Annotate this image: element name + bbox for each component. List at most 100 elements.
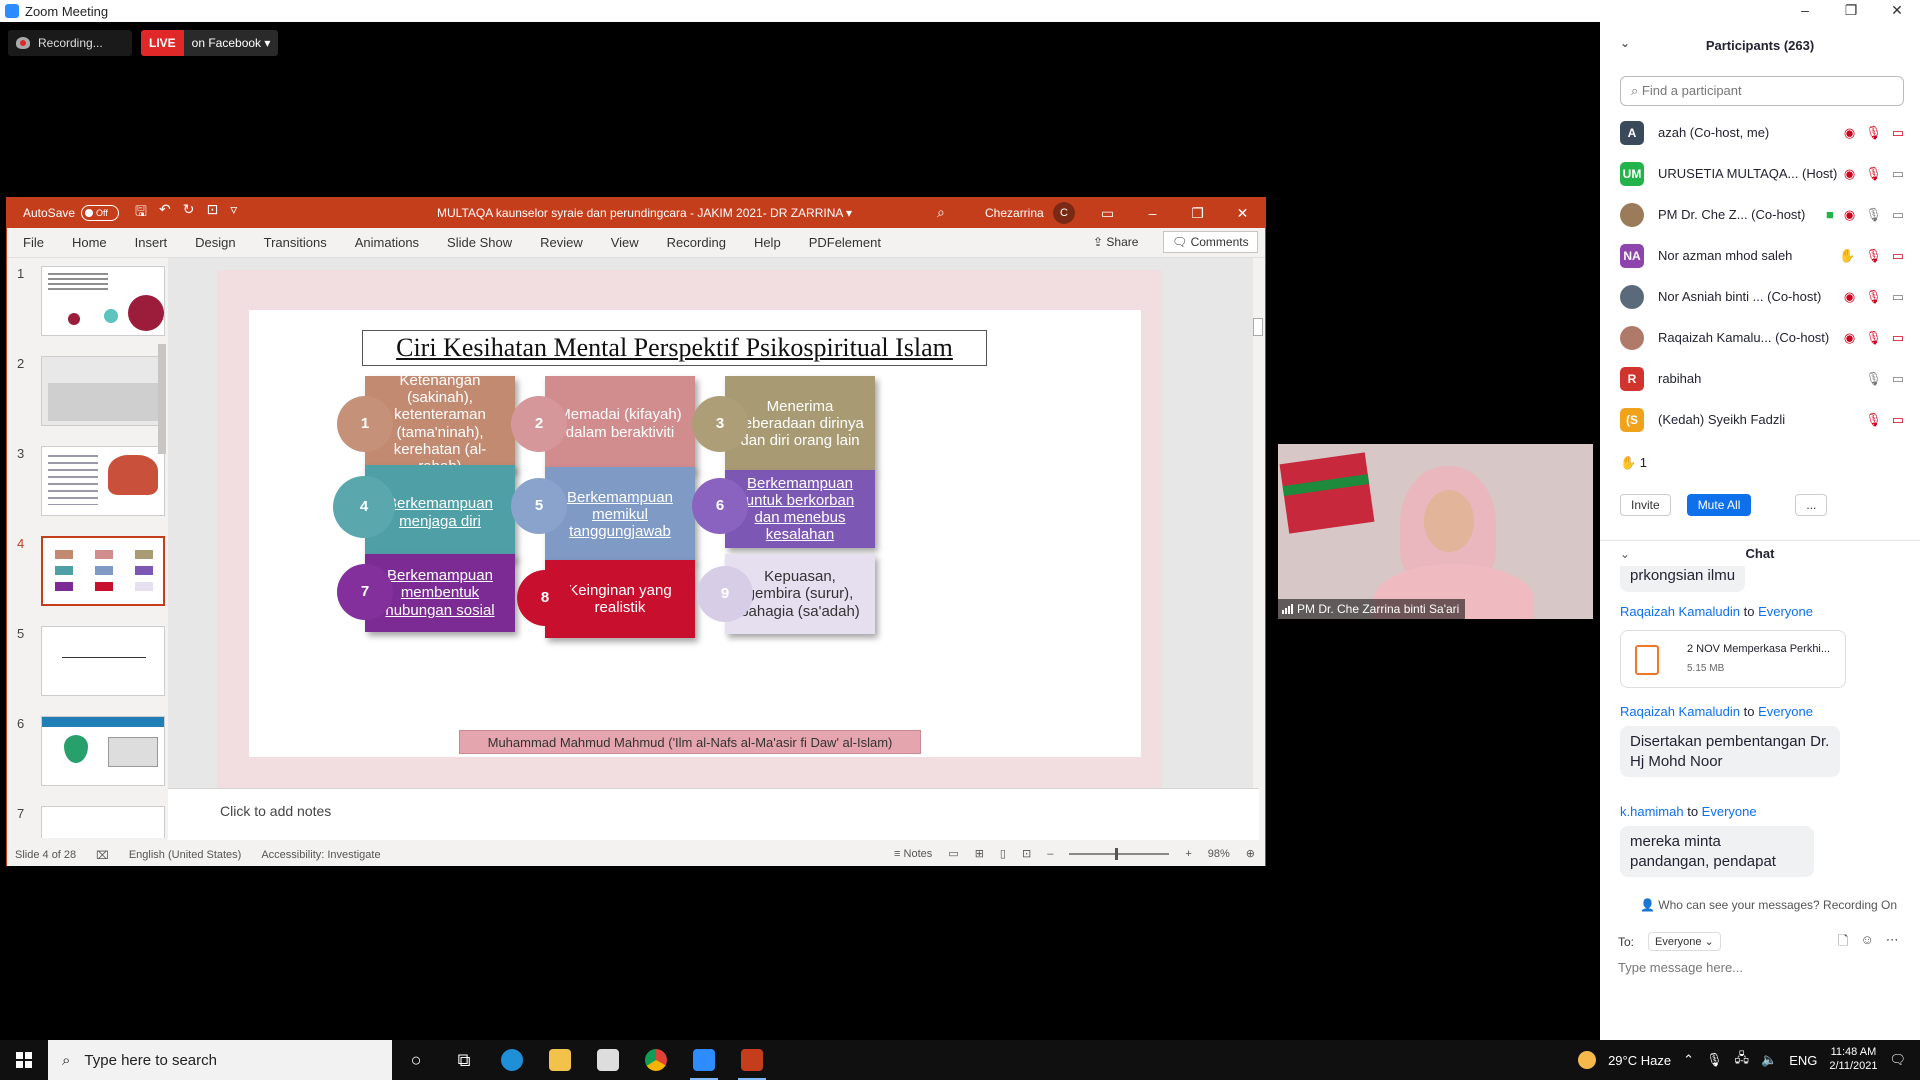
slide-sorter-icon[interactable]: ⊞: [975, 847, 984, 860]
participant-row[interactable]: NA Nor azman mhod saleh ✋ 🎙 ▭: [1620, 235, 1910, 276]
close-icon[interactable]: ✕: [1220, 198, 1265, 228]
video-off-icon[interactable]: ▭: [1892, 125, 1904, 141]
edge-icon[interactable]: [488, 1040, 536, 1080]
tab-transitions[interactable]: Transitions: [264, 235, 327, 250]
trait-card-2[interactable]: Memadai (kifayah) dalam beraktiviti: [545, 376, 695, 471]
slide-thumb-3[interactable]: [41, 446, 165, 516]
mic-muted-icon[interactable]: 🎙: [1865, 125, 1882, 141]
recipient-dropdown[interactable]: Everyone ⌄: [1648, 932, 1721, 951]
chat-message-input[interactable]: Type message here...: [1618, 960, 1743, 975]
minimize-icon[interactable]: –: [1130, 198, 1175, 228]
more-icon[interactable]: ⋯: [1886, 932, 1899, 954]
zoom-taskbar-icon[interactable]: [680, 1040, 728, 1080]
slide-thumb-4[interactable]: [41, 536, 165, 606]
search-icon[interactable]: ⌕: [937, 204, 945, 221]
video-off-icon[interactable]: ▭: [1892, 248, 1904, 264]
mic-muted-icon[interactable]: 🎙: [1865, 412, 1882, 428]
user-avatar[interactable]: C: [1053, 202, 1075, 224]
close-icon[interactable]: ✕: [1874, 0, 1920, 22]
microphone-icon[interactable]: 🎙: [1706, 1052, 1723, 1068]
notes-pane[interactable]: Click to add notes: [168, 788, 1259, 840]
chrome-icon[interactable]: [632, 1040, 680, 1080]
notes-toggle[interactable]: ≡ Notes: [894, 848, 932, 860]
slide-thumb-2[interactable]: [41, 356, 165, 426]
zoom-out-icon[interactable]: –: [1047, 848, 1053, 860]
recording-indicator[interactable]: Recording...: [8, 30, 132, 56]
video-on-icon[interactable]: ▭: [1892, 166, 1904, 182]
fit-slide-icon[interactable]: ⊕: [1246, 847, 1255, 860]
tab-help[interactable]: Help: [754, 235, 781, 250]
mic-on-icon[interactable]: 🎙: [1865, 371, 1882, 387]
slide-source-citation[interactable]: Muhammad Mahmud Mahmud ('Ilm al-Nafs al-…: [459, 730, 921, 754]
participant-row[interactable]: (S (Kedah) Syeikh Fadzli 🎙 ▭: [1620, 399, 1910, 440]
file-icon[interactable]: 🗋: [1838, 932, 1848, 954]
weather-text[interactable]: 29°C Haze: [1608, 1053, 1671, 1068]
emoji-icon[interactable]: ☺: [1860, 932, 1873, 954]
mic-muted-icon[interactable]: 🎙: [1865, 166, 1882, 182]
comments-button[interactable]: 🗨 Comments: [1163, 231, 1258, 253]
minimize-icon[interactable]: –: [1782, 0, 1828, 22]
slide-thumb-1[interactable]: [41, 266, 165, 336]
autosave-toggle[interactable]: Off: [81, 205, 120, 221]
mic-muted-icon[interactable]: 🎙: [1865, 330, 1882, 346]
file-explorer-icon[interactable]: [536, 1040, 584, 1080]
participant-row[interactable]: R rabihah 🎙 ▭: [1620, 358, 1910, 399]
more-options-button[interactable]: ...: [1795, 494, 1828, 516]
restore-icon[interactable]: ❐: [1175, 198, 1220, 228]
share-button[interactable]: ⇪ Share: [1087, 232, 1144, 252]
invite-button[interactable]: Invite: [1620, 494, 1671, 516]
collapse-chevron-icon[interactable]: ⌄: [1620, 541, 1630, 567]
slide-thumb-6[interactable]: [41, 716, 165, 786]
video-on-icon[interactable]: ▭: [1892, 371, 1904, 387]
redo-icon[interactable]: ↻: [183, 201, 195, 225]
powerpoint-taskbar-icon[interactable]: [728, 1040, 776, 1080]
tab-home[interactable]: Home: [72, 235, 107, 250]
participant-row[interactable]: Nor Asniah binti ... (Co-host) ◉ 🎙 ▭: [1620, 276, 1910, 317]
accessibility-status[interactable]: Accessibility: Investigate: [261, 849, 380, 861]
tab-file[interactable]: File: [23, 235, 44, 250]
language-status[interactable]: English (United States): [129, 849, 242, 861]
video-on-icon[interactable]: ▭: [1892, 289, 1904, 305]
tab-review[interactable]: Review: [540, 235, 583, 250]
video-off-icon[interactable]: ▭: [1892, 330, 1904, 346]
normal-view-icon[interactable]: ▭: [948, 847, 958, 860]
task-view-icon[interactable]: ⧉: [440, 1040, 488, 1080]
mute-all-button[interactable]: Mute All: [1686, 494, 1752, 516]
taskbar-search[interactable]: ⌕ Type here to search: [48, 1040, 392, 1080]
current-slide[interactable]: Ciri Kesihatan Mental Perspektif Psikosp…: [249, 310, 1141, 757]
slideshow-view-icon[interactable]: ⊡: [1022, 847, 1031, 860]
slide-thumb-7[interactable]: [41, 806, 165, 838]
language-indicator[interactable]: ENG: [1789, 1053, 1817, 1068]
live-stream-indicator[interactable]: LIVE on Facebook ▾: [141, 30, 279, 56]
zoom-in-icon[interactable]: +: [1185, 848, 1191, 860]
trait-card-5[interactable]: Berkemampuan memikul tanggungjawab: [545, 467, 695, 562]
sender-name[interactable]: Raqaizah Kamaludin: [1620, 704, 1740, 719]
document-title[interactable]: MULTAQA kaunselor syraie dan perundingca…: [437, 206, 852, 220]
sender-name[interactable]: k.hamimah: [1620, 804, 1684, 819]
chat-file-attachment[interactable]: 2 NOV Memperkasa Perkhi... 5.15 MB: [1620, 630, 1846, 688]
collapse-chevron-icon[interactable]: ⌄: [1620, 36, 1630, 50]
tab-pdfelement[interactable]: PDFelement: [809, 235, 881, 250]
mic-muted-icon[interactable]: 🎙: [1865, 289, 1882, 305]
mic-muted-icon[interactable]: 🎙: [1865, 248, 1882, 264]
tab-animations[interactable]: Animations: [355, 235, 419, 250]
participant-row[interactable]: PM Dr. Che Z... (Co-host) ■ ◉ 🎙 ▭: [1620, 194, 1910, 235]
reading-view-icon[interactable]: ▯: [1000, 847, 1006, 860]
participant-row[interactable]: UM URUSETIA MULTAQA... (Host) ◉ 🎙 ▭: [1620, 153, 1910, 194]
tab-slide-show[interactable]: Slide Show: [447, 235, 512, 250]
zoom-slider[interactable]: [1069, 847, 1170, 860]
clock[interactable]: 11:48 AM 2/11/2021: [1829, 1046, 1877, 1074]
live-destination[interactable]: on Facebook ▾: [183, 30, 279, 56]
zoom-level[interactable]: 98%: [1208, 848, 1230, 860]
tab-insert[interactable]: Insert: [135, 235, 168, 250]
mic-on-icon[interactable]: 🎙: [1865, 207, 1882, 223]
ribbon-display-icon[interactable]: ▭: [1085, 198, 1130, 228]
network-icon[interactable]: 🖧: [1735, 1049, 1750, 1071]
participant-row[interactable]: A azah (Co-host, me) ◉ 🎙 ▭: [1620, 112, 1910, 153]
customize-qat-icon[interactable]: ▿: [230, 201, 237, 225]
volume-icon[interactable]: 🔈: [1761, 1052, 1777, 1068]
autosave-control[interactable]: AutoSave Off: [23, 205, 120, 221]
speaker-video-tile[interactable]: PM Dr. Che Zarrina binti Sa'ari: [1278, 444, 1593, 619]
notifications-icon[interactable]: 🗨: [1889, 1052, 1906, 1068]
cortana-icon[interactable]: ○: [392, 1040, 440, 1080]
